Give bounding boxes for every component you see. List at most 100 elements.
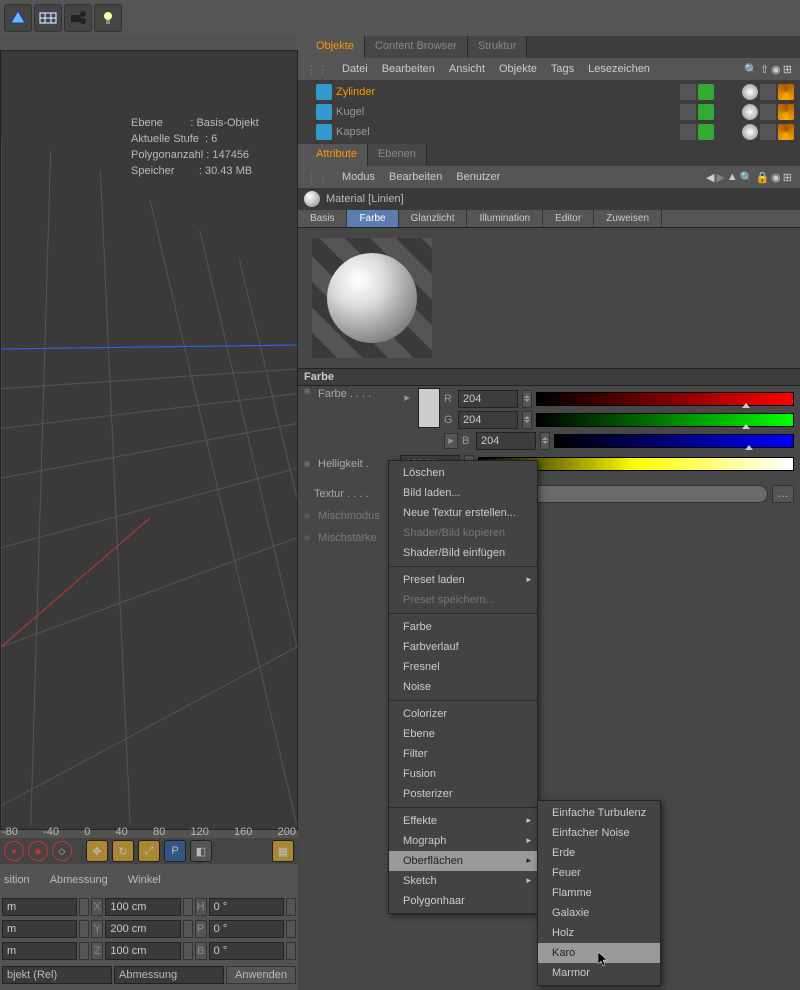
back-icon[interactable]: ◀ (706, 171, 714, 184)
search-icon[interactable]: 🔍 (744, 63, 758, 76)
menu-item[interactable]: Polygonhaar (389, 891, 537, 911)
menu-item[interactable]: Sketch (389, 871, 537, 891)
menu-item[interactable]: Posterizer (389, 784, 537, 804)
color-expand-icon[interactable]: ▸ (400, 388, 414, 406)
autokey-button[interactable]: ◉ (28, 841, 48, 861)
up-icon[interactable]: ▲ (727, 171, 738, 184)
tab-objects[interactable]: Objekte (306, 36, 365, 58)
menu-item[interactable]: Fusion (389, 764, 537, 784)
color-model-toggle[interactable]: ▸ (444, 433, 458, 449)
menu-view[interactable]: Ansicht (449, 63, 485, 75)
menu-item[interactable]: Einfache Turbulenz (538, 803, 660, 823)
object-row[interactable]: Zylinder (298, 82, 800, 102)
menu-item[interactable]: Noise (389, 677, 537, 697)
visibility-tag-icon[interactable] (680, 84, 696, 100)
tex-tag-icon[interactable] (778, 104, 794, 120)
lock-icon[interactable]: 🔒 (755, 171, 769, 184)
pla-button[interactable]: ◧ (190, 840, 212, 862)
menu-item[interactable]: Mograph (389, 831, 537, 851)
menu-edit2[interactable]: Bearbeiten (389, 171, 442, 183)
scale-button[interactable]: ⤢ (138, 840, 160, 862)
rot-b-field[interactable]: 0 ° (209, 942, 284, 960)
pos-z-field[interactable]: m (2, 942, 77, 960)
menu-item[interactable]: Ebene (389, 724, 537, 744)
object-row[interactable]: Kapsel (298, 122, 800, 142)
r-spin[interactable] (522, 390, 532, 408)
texture-browse-button[interactable]: … (772, 485, 794, 503)
keyframe-button[interactable]: ◇ (52, 841, 72, 861)
pos-x-field[interactable]: m (2, 898, 77, 916)
r-value-field[interactable]: 204 (458, 390, 518, 408)
rot-p-field[interactable]: 0 ° (209, 920, 284, 938)
menu-bookmarks[interactable]: Lesezeichen (588, 63, 650, 75)
rotate-button[interactable]: ↻ (112, 840, 134, 862)
size-z-field[interactable]: 100 cm (105, 942, 180, 960)
menu-user[interactable]: Benutzer (456, 171, 500, 183)
new-icon[interactable]: ◉ (771, 171, 781, 184)
material-preview[interactable] (312, 238, 432, 358)
menu-item[interactable]: Shader/Bild einfügen (389, 543, 537, 563)
expand-icon[interactable]: ⊞ (783, 63, 792, 76)
tool-camera-icon[interactable] (64, 4, 92, 32)
menu-item[interactable]: Holz (538, 923, 660, 943)
channel-tab-farbe[interactable]: Farbe (347, 210, 398, 227)
menu-mode[interactable]: Modus (342, 171, 375, 183)
phong-tag-icon[interactable] (760, 84, 776, 100)
menu-item[interactable]: Einfacher Noise (538, 823, 660, 843)
pos-y-field[interactable]: m (2, 920, 77, 938)
tab-structure[interactable]: Struktur (468, 36, 528, 58)
material-tag-icon[interactable] (742, 84, 758, 100)
phong-tag-icon[interactable] (760, 124, 776, 140)
film-button[interactable]: ▦ (272, 840, 294, 862)
tab-attributes[interactable]: Attribute (306, 144, 368, 166)
menu-item[interactable]: Galaxie (538, 903, 660, 923)
channel-tab-illumination[interactable]: Illumination (467, 210, 543, 227)
texture-context-menu[interactable]: LöschenBild laden...Neue Textur erstelle… (388, 460, 538, 914)
dimension-mode-dropdown[interactable]: Abmessung (114, 966, 224, 984)
menu-item[interactable]: Fresnel (389, 657, 537, 677)
menu-item[interactable]: Marmor (538, 963, 660, 983)
menu-item[interactable]: Farbe (389, 617, 537, 637)
channel-tab-basis[interactable]: Basis (298, 210, 347, 227)
menu-item[interactable]: Feuer (538, 863, 660, 883)
menu-item[interactable]: Preset laden (389, 570, 537, 590)
b-value-field[interactable]: 204 (476, 432, 536, 450)
search-icon-2[interactable]: 🔍 (740, 171, 754, 184)
tab-content-browser[interactable]: Content Browser (365, 36, 468, 58)
menu-item[interactable]: Farbverlauf (389, 637, 537, 657)
object-name[interactable]: Kapsel (336, 126, 676, 138)
fwd-icon[interactable]: ▶ (716, 171, 724, 184)
arrow-up-icon[interactable]: ⇧ (760, 63, 769, 76)
visibility-tag-icon[interactable] (680, 104, 696, 120)
move-button[interactable]: ✥ (86, 840, 108, 862)
enable-tag-icon[interactable] (698, 124, 714, 140)
menu-item[interactable]: Flamme (538, 883, 660, 903)
channel-tab-zuweisen[interactable]: Zuweisen (594, 210, 662, 227)
menu-file[interactable]: Datei (342, 63, 368, 75)
size-y-field[interactable]: 200 cm (105, 920, 180, 938)
menu-item[interactable]: Bild laden... (389, 483, 537, 503)
tool-poly-icon[interactable] (4, 4, 32, 32)
tex-tag-icon[interactable] (778, 124, 794, 140)
menu-item[interactable]: Erde (538, 843, 660, 863)
channel-tab-editor[interactable]: Editor (543, 210, 594, 227)
record-button[interactable]: ● (4, 841, 24, 861)
tool-grid-icon[interactable] (34, 4, 62, 32)
phong-tag-icon[interactable] (760, 104, 776, 120)
r-slider[interactable] (536, 392, 794, 406)
color-swatch[interactable] (418, 388, 440, 428)
material-tag-icon[interactable] (742, 104, 758, 120)
menu-item[interactable]: Karo (538, 943, 660, 963)
size-x-field[interactable]: 100 cm (105, 898, 180, 916)
menu-edit[interactable]: Bearbeiten (382, 63, 435, 75)
menu-item[interactable]: Colorizer (389, 704, 537, 724)
enable-tag-icon[interactable] (698, 84, 714, 100)
tab-layers[interactable]: Ebenen (368, 144, 427, 166)
object-name[interactable]: Zylinder (336, 86, 676, 98)
expand-icon-2[interactable]: ⊞ (783, 171, 792, 184)
eye-icon[interactable]: ◉ (771, 63, 781, 76)
surfaces-submenu[interactable]: Einfache TurbulenzEinfacher NoiseErdeFeu… (537, 800, 661, 986)
menu-item[interactable]: Löschen (389, 463, 537, 483)
channel-tab-glanzlicht[interactable]: Glanzlicht (399, 210, 468, 227)
g-value-field[interactable]: 204 (458, 411, 518, 429)
